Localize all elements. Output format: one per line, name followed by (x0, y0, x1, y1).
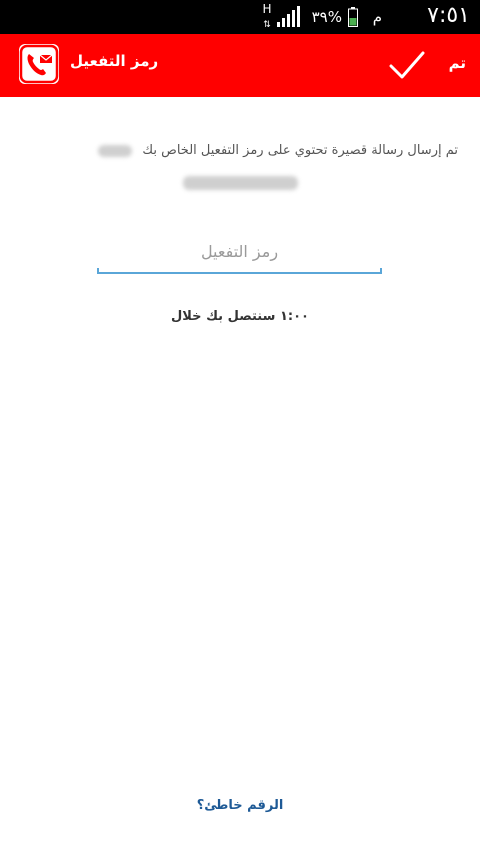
check-icon (389, 51, 425, 79)
signal-icon (277, 6, 300, 27)
activation-code-input[interactable] (97, 230, 382, 274)
phone-message-icon (19, 44, 59, 84)
status-bar: H ⇅ ٣٩% م ٧:٥١ (0, 0, 480, 34)
battery-icon (348, 7, 358, 27)
instruction-label: تم إرسال رسالة قصيرة تحتوي على رمز التفع… (142, 143, 458, 158)
network-h-icon: H ⇅ (262, 2, 272, 30)
status-ampm: م (372, 8, 382, 26)
blurred-country-code (98, 144, 133, 157)
battery-percentage: ٣٩% (311, 8, 342, 26)
wrong-number-link[interactable]: الرقم خاطئ؟ (0, 798, 480, 813)
page-title: رمز التفعيل (70, 52, 159, 70)
done-label: تم (448, 54, 466, 72)
blurred-phone-number (183, 172, 298, 190)
done-button[interactable]: تم (385, 34, 480, 97)
countdown-text: ١:٠٠ سنتصل بك خلال (171, 309, 309, 324)
status-time: ٧:٥١ (427, 3, 470, 28)
instruction-text: تم إرسال رسالة قصيرة تحتوي على رمز التفع… (18, 143, 458, 158)
